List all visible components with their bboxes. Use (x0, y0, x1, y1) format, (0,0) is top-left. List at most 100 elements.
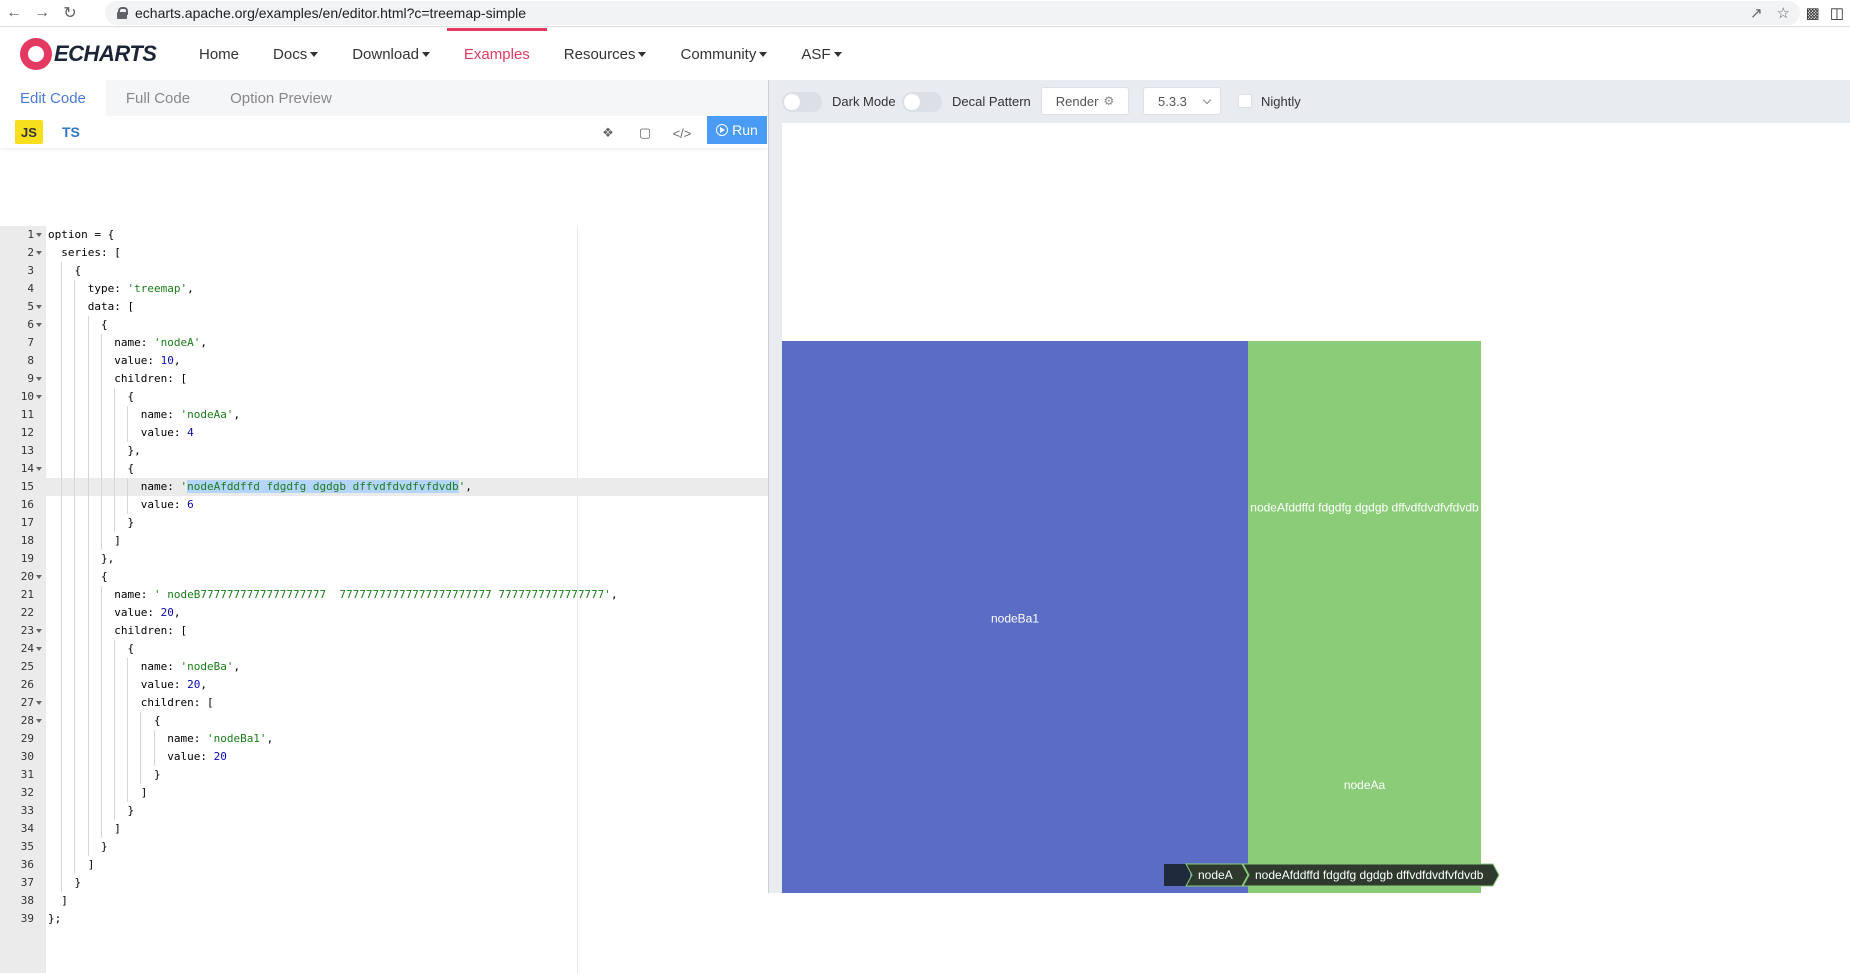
fold-arrow-icon[interactable] (36, 467, 42, 471)
line-number: 5 (27, 300, 34, 313)
fold-arrow-icon[interactable] (36, 719, 42, 723)
code-line[interactable]: 11 name: 'nodeAa', (0, 406, 768, 424)
code-line[interactable]: 20 { (0, 568, 768, 586)
code-line[interactable]: 35 } (0, 838, 768, 856)
code-line[interactable]: 4 type: 'treemap', (0, 280, 768, 298)
line-number: 35 (20, 840, 34, 853)
code-line[interactable]: 26 value: 20, (0, 676, 768, 694)
nav-examples[interactable]: Examples (446, 28, 547, 80)
code-line[interactable]: 31 } (0, 766, 768, 784)
code-line[interactable]: 19 }, (0, 550, 768, 568)
code-line[interactable]: 21 name: ' nodeB7777777777777777777 7777… (0, 586, 768, 604)
nav-asf[interactable]: ASF (784, 28, 858, 80)
language-bar: JS TS ❖ ▢ </> (0, 116, 768, 148)
code-line[interactable]: 8 value: 10, (0, 352, 768, 370)
dark-mode-label: Dark Mode (832, 94, 896, 109)
code-line[interactable]: 28 { (0, 712, 768, 730)
line-number: 16 (20, 498, 34, 511)
lang-js-button[interactable]: JS (15, 120, 43, 144)
code-line[interactable]: 13 }, (0, 442, 768, 460)
code-line[interactable]: 2 series: [ (0, 244, 768, 262)
code-line[interactable]: 16 value: 6 (0, 496, 768, 514)
preview-panel: Dark Mode Decal Pattern Render ⚙ 5.3.3 N… (769, 80, 1850, 896)
fold-arrow-icon[interactable] (36, 377, 42, 381)
treemap-chart[interactable]: nodeBa1 nodeAfddffd fdgdfg dgdgb dffvdfdv… (782, 123, 1850, 896)
chevron-down-icon (1202, 95, 1212, 105)
caret-down-icon (421, 51, 430, 57)
address-bar[interactable]: echarts.apache.org/examples/en/editor.ht… (105, 1, 1800, 25)
code-line[interactable]: 1 option = { (0, 226, 768, 244)
code-line[interactable]: 34 ] (0, 820, 768, 838)
fold-arrow-icon[interactable] (36, 233, 42, 237)
code-text: value: 20 (48, 750, 227, 763)
fold-arrow-icon[interactable] (36, 395, 42, 399)
line-number: 31 (20, 768, 34, 781)
code-line[interactable]: 14 { (0, 460, 768, 478)
nav-home[interactable]: Home (182, 28, 256, 80)
nav-docs[interactable]: Docs (256, 28, 335, 80)
code-line[interactable]: 33 } (0, 802, 768, 820)
code-line[interactable]: 17 } (0, 514, 768, 532)
echarts-logo[interactable]: ECHARTS (20, 38, 157, 70)
share-icon[interactable]: ↗ (1750, 4, 1763, 22)
fold-arrow-icon[interactable] (36, 629, 42, 633)
code-line[interactable]: 12 value: 4 (0, 424, 768, 442)
code-line[interactable]: 6 { (0, 316, 768, 334)
fold-arrow-icon[interactable] (36, 575, 42, 579)
codepen-icon[interactable]: ❖ (597, 122, 619, 144)
code-line[interactable]: 39}; (0, 910, 768, 928)
run-button[interactable]: Run (707, 116, 767, 144)
code-text: }, (48, 444, 141, 457)
fold-arrow-icon[interactable] (36, 323, 42, 327)
code-area[interactable]: 1 option = {2 series: [3 {4 type: 'treema… (0, 226, 768, 973)
code-line[interactable]: 15 name: 'nodeAfddffd fdgdfg dgdgb dffvd… (0, 478, 768, 496)
code-line[interactable]: 32 ] (0, 784, 768, 802)
nav-resources[interactable]: Resources (547, 28, 664, 80)
code-line[interactable]: 36 ] (0, 856, 768, 874)
code-line[interactable]: 18 ] (0, 532, 768, 550)
code-text: { (48, 462, 135, 475)
back-icon[interactable]: ← (0, 1, 28, 25)
code-line[interactable]: 3 { (0, 262, 768, 280)
url-text: echarts.apache.org/examples/en/editor.ht… (135, 5, 527, 21)
extensions-icon[interactable]: ▩ (1806, 4, 1820, 22)
fold-arrow-icon[interactable] (36, 701, 42, 705)
star-icon[interactable]: ☆ (1777, 4, 1790, 22)
code-line[interactable]: 7 name: 'nodeA', (0, 334, 768, 352)
nav-community[interactable]: Community (663, 28, 784, 80)
forward-icon[interactable]: → (28, 1, 56, 25)
breadcrumb-root[interactable] (1164, 864, 1190, 886)
tab-option-preview[interactable]: Option Preview (210, 80, 352, 116)
code-icon[interactable]: </> (671, 122, 693, 144)
code-line[interactable]: 29 name: 'nodeBa1', (0, 730, 768, 748)
code-line[interactable]: 24 { (0, 640, 768, 658)
fold-arrow-icon[interactable] (36, 647, 42, 651)
code-line[interactable]: 30 value: 20 (0, 748, 768, 766)
code-line[interactable]: 27 children: [ (0, 694, 768, 712)
lang-ts-button[interactable]: TS (62, 120, 80, 144)
codesandbox-icon[interactable]: ▢ (634, 122, 656, 144)
reload-icon[interactable]: ↻ (56, 1, 84, 25)
tab-edit-code[interactable]: Edit Code (0, 80, 106, 116)
fold-arrow-icon[interactable] (36, 251, 42, 255)
render-select[interactable]: Render ⚙ (1041, 87, 1129, 115)
sidebar-icon[interactable]: ◫ (1830, 4, 1844, 22)
code-line[interactable]: 22 value: 20, (0, 604, 768, 622)
code-line[interactable]: 37 } (0, 874, 768, 892)
code-line[interactable]: 25 name: 'nodeBa', (0, 658, 768, 676)
tab-full-code[interactable]: Full Code (106, 80, 210, 116)
code-editor-panel: Edit Code Full Code Option Preview JS TS… (0, 80, 768, 973)
fold-arrow-icon[interactable] (36, 305, 42, 309)
decal-pattern-toggle[interactable] (902, 92, 942, 112)
nightly-checkbox[interactable] (1238, 94, 1252, 108)
code-line[interactable]: 9 children: [ (0, 370, 768, 388)
nav-download[interactable]: Download (335, 28, 447, 80)
code-line[interactable]: 10 { (0, 388, 768, 406)
version-select[interactable]: 5.3.3 (1143, 87, 1221, 115)
line-number: 21 (20, 588, 34, 601)
code-text: value: 6 (48, 498, 194, 511)
dark-mode-toggle[interactable] (782, 92, 822, 112)
code-line[interactable]: 5 data: [ (0, 298, 768, 316)
code-line[interactable]: 38 ] (0, 892, 768, 910)
code-line[interactable]: 23 children: [ (0, 622, 768, 640)
